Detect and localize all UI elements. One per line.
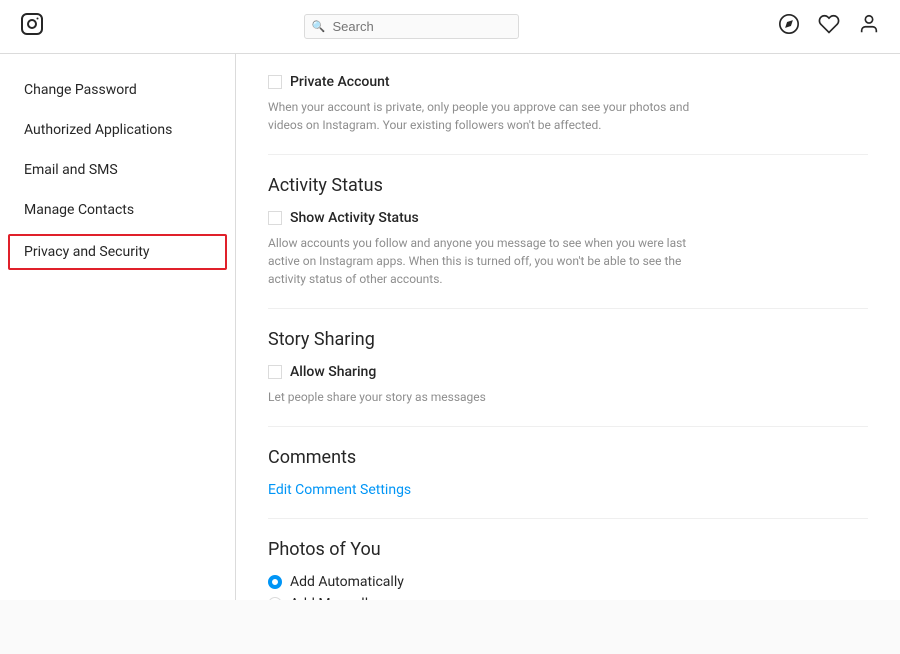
sidebar-item-change-password[interactable]: Change Password — [0, 70, 235, 110]
sidebar-item-authorized-applications[interactable]: Authorized Applications — [0, 110, 235, 150]
private-account-section: Private Account When your account is pri… — [268, 74, 868, 155]
edit-comment-settings-link[interactable]: Edit Comment Settings — [268, 482, 411, 498]
add-manually-label: Add Manually — [290, 596, 375, 600]
search-icon: 🔍 — [312, 20, 326, 33]
search-bar: 🔍 — [304, 14, 519, 39]
allow-sharing-checkbox[interactable] — [268, 365, 282, 379]
activity-status-desc: Allow accounts you follow and anyone you… — [268, 234, 698, 288]
allow-sharing-row: Allow Sharing — [268, 364, 868, 380]
comments-title: Comments — [268, 447, 868, 468]
sidebar: Change Password Authorized Applications … — [0, 54, 236, 600]
story-sharing-section: Story Sharing Allow Sharing Let people s… — [268, 329, 868, 427]
private-account-label: Private Account — [290, 74, 390, 90]
private-account-desc: When your account is private, only peopl… — [268, 98, 698, 134]
add-automatically-radio[interactable] — [268, 575, 282, 589]
heart-icon[interactable] — [818, 13, 840, 40]
comments-section: Comments Edit Comment Settings — [268, 447, 868, 519]
search-input[interactable] — [304, 14, 519, 39]
show-activity-status-checkbox[interactable] — [268, 211, 282, 225]
private-account-row: Private Account — [268, 74, 868, 90]
activity-status-section: Activity Status Show Activity Status All… — [268, 175, 868, 309]
activity-status-row: Show Activity Status — [268, 210, 868, 226]
activity-status-title: Activity Status — [268, 175, 868, 196]
add-automatically-label: Add Automatically — [290, 574, 404, 590]
photos-of-you-title: Photos of You — [268, 539, 868, 560]
photos-of-you-section: Photos of You Add Automatically Add Manu… — [268, 539, 868, 600]
header-icons — [778, 13, 880, 40]
header: 🔍 — [0, 0, 900, 54]
add-automatically-row: Add Automatically — [268, 574, 868, 590]
private-account-checkbox[interactable] — [268, 75, 282, 89]
compass-icon[interactable] — [778, 13, 800, 40]
add-manually-row: Add Manually — [268, 596, 868, 600]
show-activity-status-label: Show Activity Status — [290, 210, 419, 226]
story-sharing-desc: Let people share your story as messages — [268, 388, 698, 406]
logo — [20, 12, 44, 41]
layout: Change Password Authorized Applications … — [0, 54, 900, 600]
sidebar-item-email-sms[interactable]: Email and SMS — [0, 150, 235, 190]
main-content: Private Account When your account is pri… — [236, 54, 900, 600]
story-sharing-title: Story Sharing — [268, 329, 868, 350]
profile-icon[interactable] — [858, 13, 880, 40]
sidebar-item-manage-contacts[interactable]: Manage Contacts — [0, 190, 235, 230]
sidebar-item-privacy-security[interactable]: Privacy and Security — [8, 234, 227, 270]
allow-sharing-label: Allow Sharing — [290, 364, 376, 380]
